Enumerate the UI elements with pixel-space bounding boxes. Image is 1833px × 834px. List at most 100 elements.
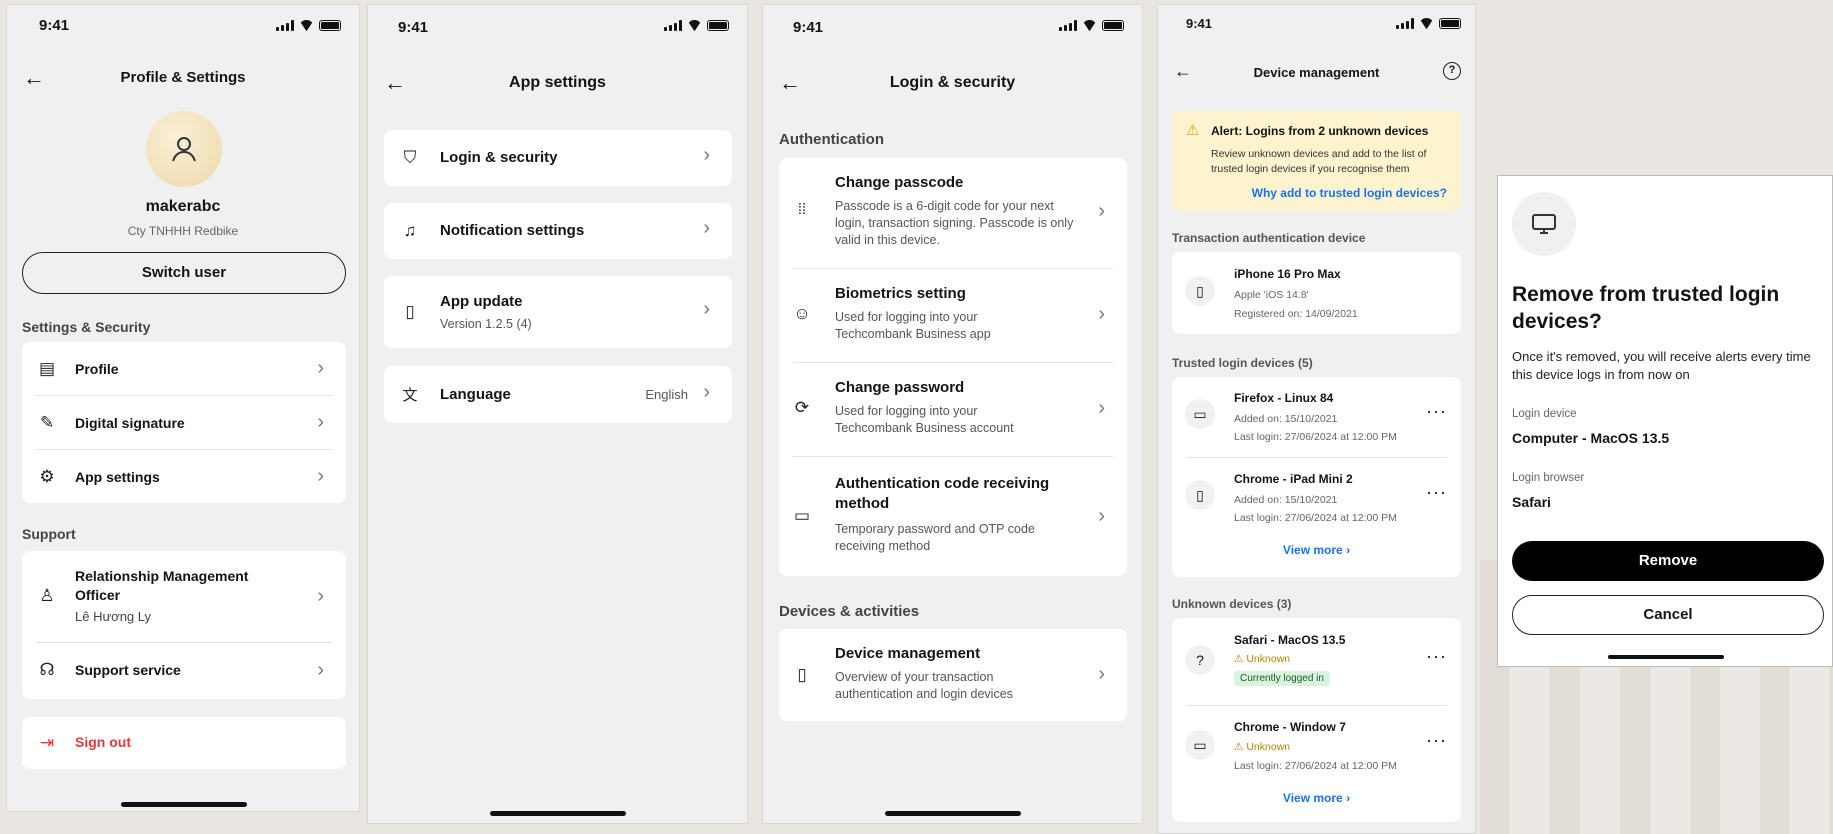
- chevron-right-icon: ›: [1342, 791, 1351, 805]
- device-name: Safari - MacOS 13.5: [1234, 633, 1346, 647]
- settings-card: ▤ Profile › ✎ Digital signature › ⚙ App setti…: [22, 342, 346, 503]
- menu-item-label: Biometrics setting: [835, 285, 966, 302]
- menu-item-label: Support service: [75, 662, 181, 678]
- menu-item-language[interactable]: 文 Language English ›: [384, 366, 732, 423]
- battery-icon: [319, 20, 341, 31]
- chevron-right-icon: ›: [1098, 397, 1105, 419]
- sign-out-button[interactable]: ⇥ Sign out: [22, 717, 346, 769]
- avatar: [146, 111, 222, 187]
- remove-button[interactable]: Remove: [1512, 541, 1824, 581]
- section-title-authentication: Authentication: [779, 131, 884, 148]
- app-version: Version 1.2.5 (4): [440, 317, 532, 331]
- switch-user-button[interactable]: Switch user: [22, 252, 346, 294]
- status-bar: 9:41: [1158, 5, 1475, 49]
- menu-item-auth-code-method[interactable]: ▭ Authentication code receiving method T…: [779, 457, 1127, 576]
- computer-icon: ▭: [1185, 730, 1215, 760]
- unknown-label: Unknown: [1246, 741, 1291, 753]
- phone-icon: ▯: [797, 665, 807, 684]
- more-options-icon[interactable]: ···: [1426, 482, 1447, 503]
- transaction-device-card: ▯ iPhone 16 Pro Max Apple 'iOS 14.8' Reg…: [1172, 252, 1461, 334]
- more-options-icon[interactable]: ···: [1426, 646, 1447, 667]
- user-icon: [172, 137, 196, 162]
- currently-logged-in-badge: Currently logged in: [1234, 671, 1330, 686]
- section-title-trusted: Trusted login devices (5): [1172, 356, 1313, 370]
- menu-item-change-password[interactable]: ⟳ Change password Used for logging into …: [779, 363, 1127, 456]
- menu-item-digital-signature[interactable]: ✎ Digital signature ›: [22, 396, 346, 449]
- menu-item-label: Digital signature: [75, 414, 185, 431]
- phone-icon: ▯: [1185, 276, 1215, 306]
- section-title-transaction-device: Transaction authentication device: [1172, 231, 1366, 245]
- warning-icon: ⚠: [1234, 741, 1247, 753]
- message-icon: ▭: [793, 506, 811, 525]
- chevron-right-icon: ›: [703, 381, 710, 403]
- wifi-icon: [687, 20, 702, 31]
- menu-item-app-settings[interactable]: ⚙ App settings ›: [22, 450, 346, 503]
- warning-icon: ⚠: [1234, 653, 1247, 665]
- menu-item-label: Language: [440, 386, 511, 403]
- help-icon[interactable]: ?: [1443, 62, 1461, 80]
- chevron-right-icon: ›: [317, 411, 324, 433]
- view-more-label: View more: [1282, 543, 1343, 557]
- view-more-unknown-link[interactable]: View more ›: [1172, 789, 1461, 807]
- rm-name: Lê Hương Ly: [75, 609, 152, 624]
- signal-icon: [664, 20, 682, 31]
- device-added: Added on: 15/10/2021: [1234, 413, 1338, 425]
- keypad-icon: ⁞⁞: [797, 200, 807, 218]
- login-device-value: Computer - MacOS 13.5: [1512, 430, 1670, 446]
- device-last-login: Last login: 27/06/2024 at 12:00 PM: [1234, 431, 1397, 443]
- signal-icon: [1396, 18, 1414, 29]
- lock-refresh-icon: ⟳: [794, 398, 810, 417]
- menu-item-login-security[interactable]: ⛉ Login & security ›: [384, 130, 732, 186]
- profile-settings-screen: 9:41 ← Profile & Settings makerabc Cty T…: [6, 4, 360, 812]
- trusted-device-row: ▯ Chrome - iPad Mini 2 Added on: 15/10/2…: [1172, 458, 1461, 538]
- menu-item-label: App settings: [75, 468, 160, 485]
- menu-item-label: Change password: [835, 379, 965, 396]
- remove-device-sheet: Remove from trusted login devices? Once …: [1497, 175, 1833, 667]
- menu-item-profile[interactable]: ▤ Profile ›: [22, 342, 346, 395]
- menu-item-biometrics[interactable]: ☺ Biometrics setting Used for logging in…: [779, 269, 1127, 362]
- battery-icon: [1439, 18, 1461, 29]
- why-trusted-link[interactable]: Why add to trusted login devices?: [1252, 186, 1447, 200]
- home-indicator: [490, 811, 626, 816]
- status-icons: [1059, 20, 1124, 31]
- sign-out-label: Sign out: [75, 734, 131, 750]
- section-title-support: Support: [22, 526, 76, 542]
- device-management-screen: 9:41 ← Device management ? ⚠ Alert: Logi…: [1157, 4, 1476, 834]
- menu-item-label: Authentication code receiving method: [835, 475, 1050, 512]
- menu-item-notification-settings[interactable]: ♫ Notification settings ›: [384, 203, 732, 259]
- login-browser-value: Safari: [1512, 494, 1551, 510]
- menu-item-app-update[interactable]: ▯ App update Version 1.2.5 (4) ›: [384, 276, 732, 348]
- menu-item-device-management[interactable]: ▯ Device management Overview of your tra…: [779, 629, 1127, 721]
- nav-bar: ← Device management ?: [1158, 55, 1475, 95]
- status-icons: [664, 20, 729, 31]
- cancel-button[interactable]: Cancel: [1512, 595, 1824, 635]
- wifi-icon: [1082, 20, 1097, 31]
- more-options-icon[interactable]: ···: [1426, 401, 1447, 422]
- menu-item-support-service[interactable]: ☊ Support service ›: [22, 643, 346, 697]
- unknown-device-row: ▭ Chrome - Window 7 ⚠ Unknown Last login…: [1172, 706, 1461, 786]
- wifi-icon: [299, 20, 314, 31]
- chevron-right-icon: ›: [1098, 663, 1105, 685]
- username: makerabc: [145, 198, 221, 215]
- translate-icon: 文: [402, 386, 418, 404]
- menu-item-label: Profile: [75, 360, 119, 377]
- status-time: 9:41: [1186, 16, 1213, 31]
- menu-item-relationship-manager[interactable]: ♙ Relationship Management Officer Lê Hươ…: [22, 551, 346, 641]
- chevron-right-icon: ›: [317, 357, 324, 379]
- view-more-trusted-link[interactable]: View more ›: [1172, 541, 1461, 559]
- login-security-screen: 9:41 ← Login & security Authentication ⁞…: [762, 4, 1143, 824]
- view-more-label: View more: [1282, 791, 1343, 805]
- more-options-icon[interactable]: ···: [1426, 730, 1447, 751]
- device-registered: Registered on: 14/09/2021: [1234, 308, 1358, 320]
- id-card-icon: ▤: [38, 358, 56, 378]
- tablet-icon: ▯: [1185, 480, 1215, 510]
- page-title: Login & security: [889, 74, 1016, 91]
- bell-icon: ♫: [403, 221, 417, 240]
- computer-icon: [1512, 192, 1576, 256]
- question-icon: ?: [1185, 645, 1215, 675]
- device-name: Chrome - iPad Mini 2: [1234, 472, 1353, 486]
- support-card: ♙ Relationship Management Officer Lê Hươ…: [22, 551, 346, 699]
- menu-item-change-passcode[interactable]: ⁞⁞ Change passcode Passcode is a 6-digit…: [779, 158, 1127, 268]
- home-indicator: [121, 802, 247, 807]
- menu-item-desc: Passcode is a 6-digit code for your next…: [835, 199, 1074, 247]
